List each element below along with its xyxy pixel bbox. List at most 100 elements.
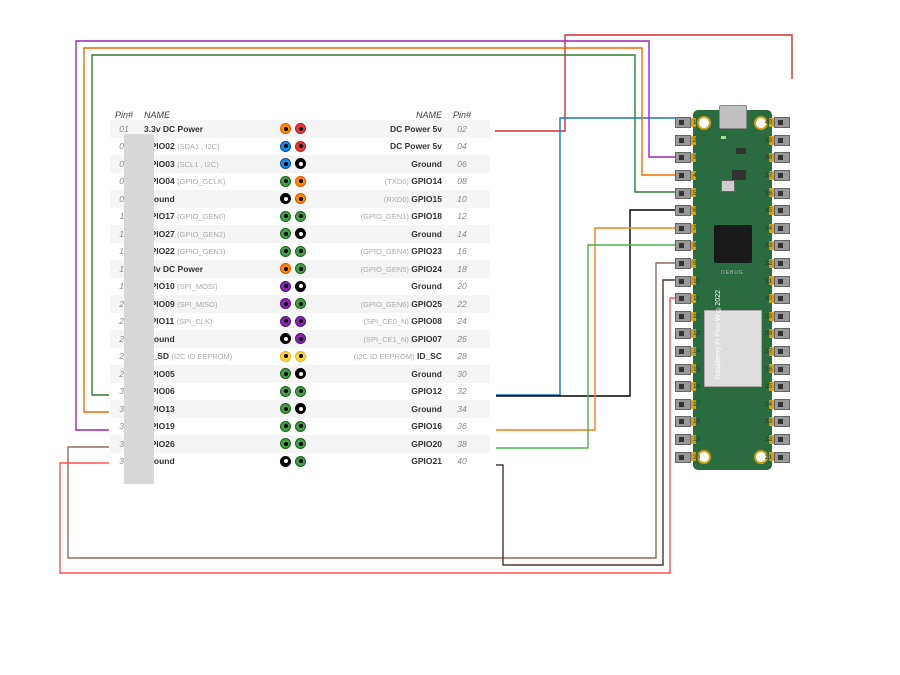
pico-pin: 2 <box>675 132 700 150</box>
pin-dot-icon <box>280 421 291 432</box>
pin-dot-icon <box>280 228 291 239</box>
pin-name-right: Ground <box>322 369 448 379</box>
pico-pin: 3 <box>675 149 700 167</box>
bootsel-button-icon <box>721 180 735 192</box>
pin-plug-icon <box>675 135 691 146</box>
pin-plug-icon <box>774 399 790 410</box>
pico-pin: 21 <box>765 448 790 466</box>
pin-plug-icon <box>675 399 691 410</box>
pico-pin: 24 <box>765 396 790 414</box>
pin-row: 33GPIO13 Ground34 <box>110 400 490 418</box>
pin-dot-icon <box>295 298 306 309</box>
pin-row: 27ID_SD (I2C ID EEPROM)(I2C ID EEPROM) I… <box>110 348 490 366</box>
pin-number: 35 <box>765 207 772 214</box>
pin-plug-icon <box>675 170 691 181</box>
pin-dot-icon <box>295 158 306 169</box>
pin-rows: 013.3v DC Power DC Power 5v0203GPIO02 (S… <box>110 120 490 470</box>
pico-pin: 14 <box>675 343 700 361</box>
pin-number: 21 <box>765 454 772 461</box>
pin-number: 04 <box>448 141 476 151</box>
pin-number: 32 <box>448 386 476 396</box>
header-pins <box>264 155 322 173</box>
pin-name-left: GPIO05 <box>138 369 264 379</box>
pin-name-left: GPIO19 <box>138 421 264 431</box>
pin-plug-icon <box>675 346 691 357</box>
pin-number: 18 <box>448 264 476 274</box>
pin-dot-icon <box>295 211 306 222</box>
pin-number: 28 <box>448 351 476 361</box>
header-pins <box>264 208 322 226</box>
pico-pin: 35 <box>765 202 790 220</box>
pin-number: 10 <box>693 278 700 285</box>
pico-pin: 15 <box>675 360 700 378</box>
led-icon <box>721 136 726 139</box>
pico-pin: 29 <box>765 308 790 326</box>
rp2040-chip-icon <box>714 225 752 263</box>
pin-plug-icon <box>675 223 691 234</box>
pin-name-left: GPIO11 (SPI_CLK) <box>138 316 264 326</box>
pi-gpio-pinout: Pin# NAME NAME Pin# 013.3v DC Power DC P… <box>110 110 490 470</box>
pin-number: 36 <box>765 190 772 197</box>
pin-name-right: (GPIO_GEN4) GPIO23 <box>322 246 448 256</box>
pin-name-left: GPIO09 (SPI_MISO) <box>138 299 264 309</box>
pin-row: 173.3v DC Power (GPIO_GEN5) GPIO2418 <box>110 260 490 278</box>
pin-number: 28 <box>765 330 772 337</box>
pin-name-right: GPIO12 <box>322 386 448 396</box>
pin-dot-icon <box>280 438 291 449</box>
pico-pin: 18 <box>675 413 700 431</box>
pin-dot-icon <box>295 123 306 134</box>
pico-pin: 38 <box>765 149 790 167</box>
pin-dot-icon <box>280 141 291 152</box>
pin-row: 35GPIO19 GPIO1636 <box>110 418 490 436</box>
pin-number: 15 <box>693 366 700 373</box>
pin-plug-icon <box>675 416 691 427</box>
pin-plug-icon <box>774 170 790 181</box>
pin-row: 23GPIO11 (SPI_CLK)(SPI_CE0_N) GPIO0824 <box>110 313 490 331</box>
pin-plug-icon <box>774 276 790 287</box>
pin-row: 29GPIO05 Ground30 <box>110 365 490 383</box>
pin-number: 23 <box>765 418 772 425</box>
pin-plug-icon <box>774 117 790 128</box>
pin-name-right: Ground <box>322 159 448 169</box>
pin-number: 14 <box>693 348 700 355</box>
pin-dot-icon <box>295 438 306 449</box>
pin-plug-icon <box>774 364 790 375</box>
diagram: Pin# NAME NAME Pin# 013.3v DC Power DC P… <box>50 45 850 625</box>
pin-number: 01 <box>110 124 138 134</box>
header-pins <box>264 278 322 296</box>
pin-dot-icon <box>280 333 291 344</box>
pico-pin: 9 <box>675 255 700 273</box>
pin-name-left: GPIO10 (SPI_MOSI) <box>138 281 264 291</box>
pin-number: 22 <box>765 436 772 443</box>
pin-plug-icon <box>774 293 790 304</box>
pin-number: 22 <box>448 299 476 309</box>
hdr-name-left: NAME <box>138 110 264 120</box>
pin-plug-icon <box>774 240 790 251</box>
pin-plug-icon <box>675 328 691 339</box>
pin-row: 05GPIO03 (SCL1 , I2C) Ground06 <box>110 155 490 173</box>
pico-pin: 16 <box>675 378 700 396</box>
pin-number: 25 <box>765 383 772 390</box>
pin-number: 38 <box>765 154 772 161</box>
pin-dot-icon <box>280 123 291 134</box>
pin-number: 26 <box>765 366 772 373</box>
header-pins <box>264 313 322 331</box>
pin-number: 36 <box>448 421 476 431</box>
pin-number: 30 <box>765 295 772 302</box>
pin-name-right: GPIO20 <box>322 439 448 449</box>
pin-number: 16 <box>448 246 476 256</box>
component-icon <box>732 170 746 180</box>
pin-number: 30 <box>448 369 476 379</box>
pin-dot-icon <box>295 176 306 187</box>
header-pins <box>264 295 322 313</box>
pin-number: 33 <box>765 242 772 249</box>
pico-pin: 6 <box>675 202 700 220</box>
pin-number: 19 <box>693 436 700 443</box>
pin-dot-icon <box>280 456 291 467</box>
pin-number: 2 <box>693 137 697 144</box>
pin-number: 10 <box>448 194 476 204</box>
pin-number: 02 <box>448 124 476 134</box>
pico-pin: 8 <box>675 237 700 255</box>
header-pins <box>264 190 322 208</box>
pin-dot-icon <box>280 368 291 379</box>
